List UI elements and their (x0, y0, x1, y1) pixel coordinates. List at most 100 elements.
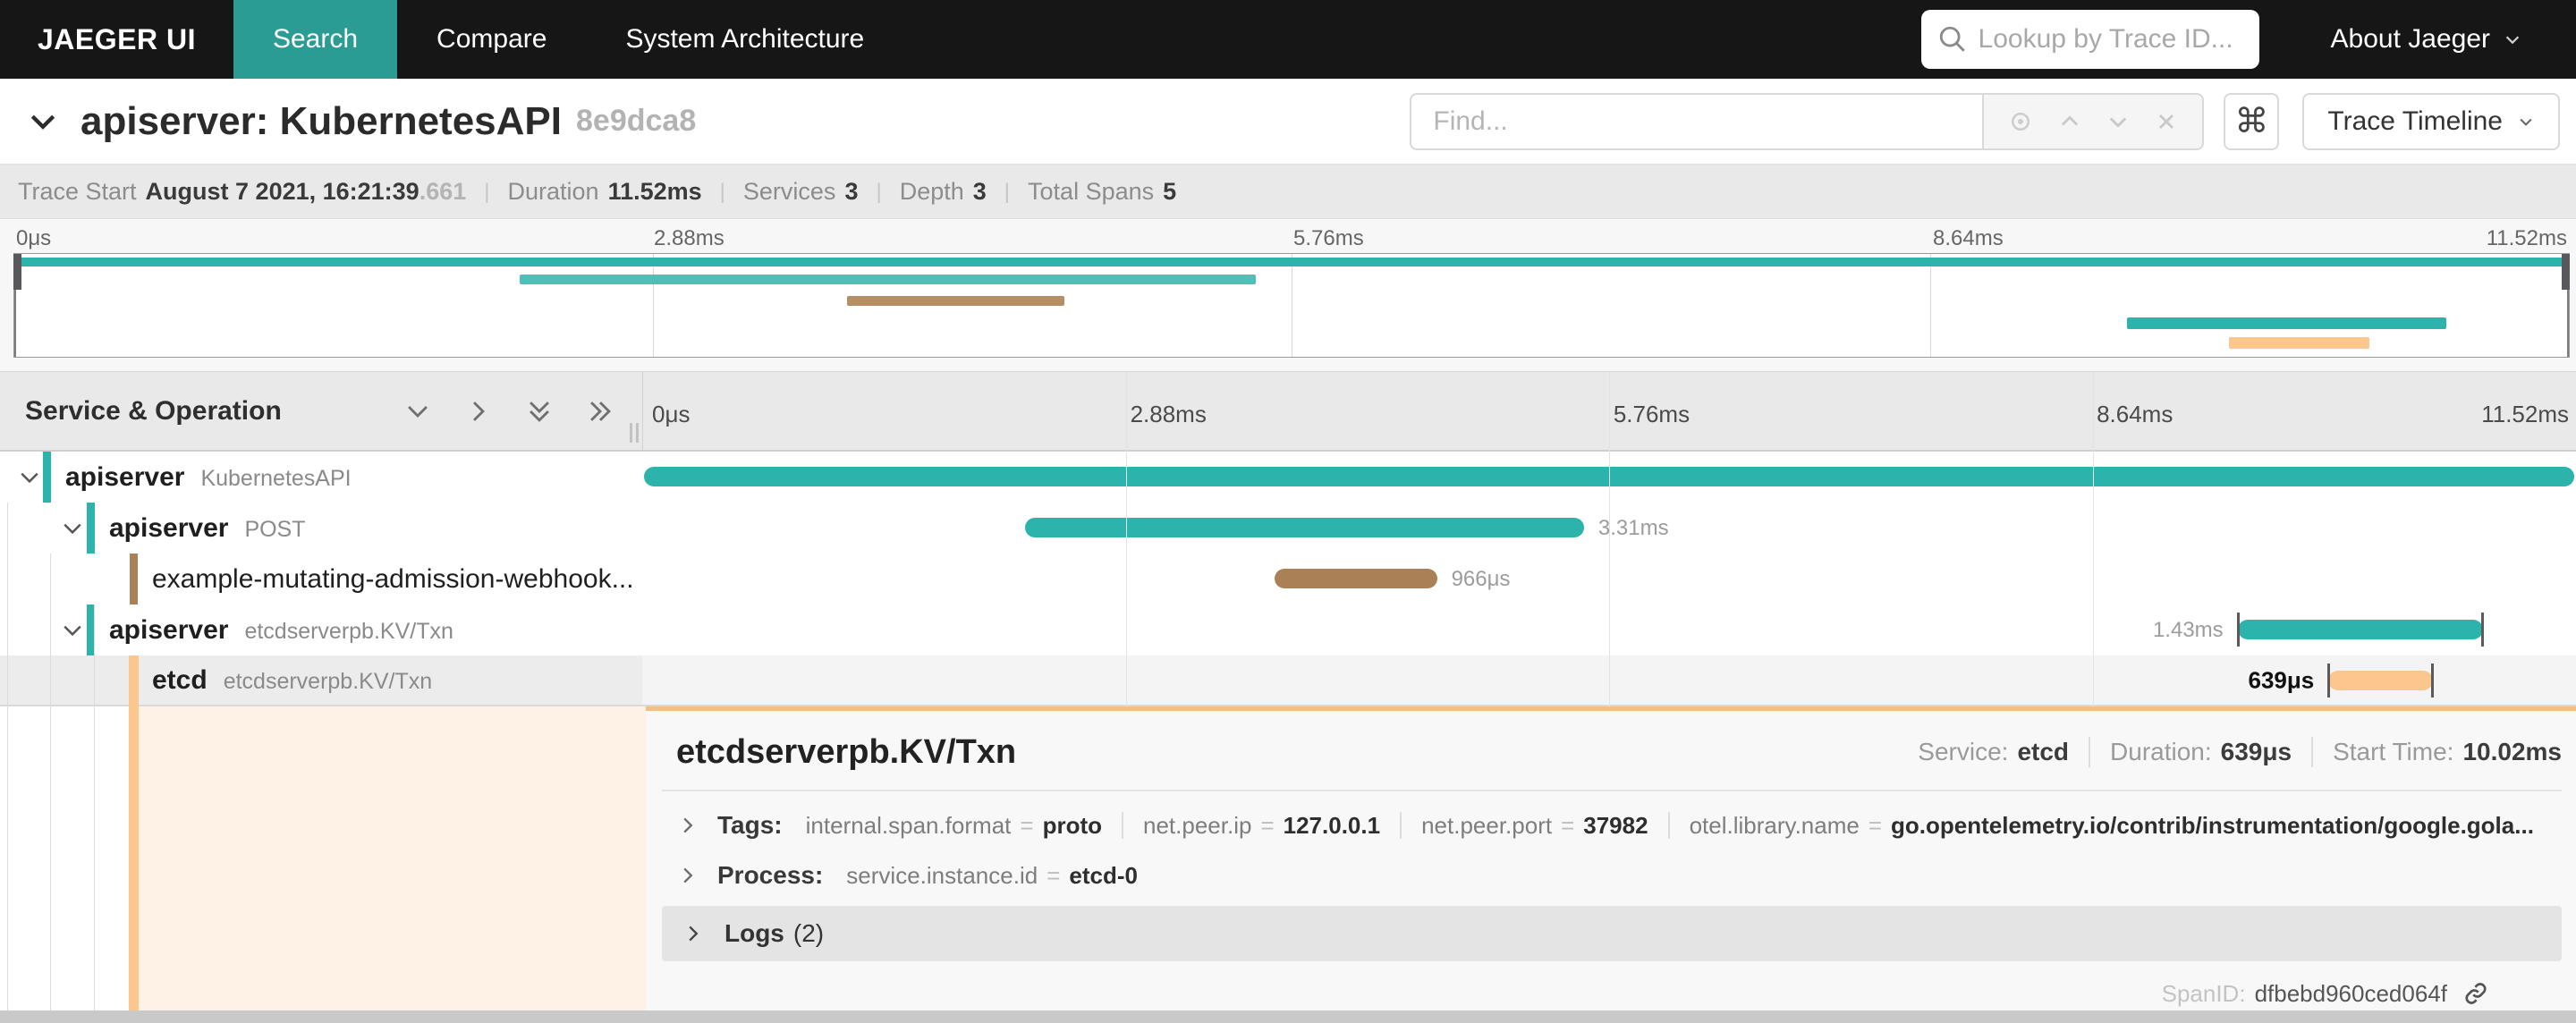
meta-value: 3 (972, 178, 987, 205)
nav-item-system-architecture[interactable]: System Architecture (586, 0, 903, 79)
find-input[interactable] (1433, 106, 1962, 137)
span-detail-row: etcdserverpb.KV/Txn Service: etcd Durati… (0, 706, 2576, 1010)
span-row-apiserver-kubernetesapi: apiserver KubernetesAPI (0, 452, 2576, 503)
tags-title[interactable]: Tags: (717, 811, 783, 840)
deep-link-icon[interactable] (2462, 979, 2490, 1008)
service-name: apiserver etcdserverpb.KV/Txn (109, 615, 453, 646)
tag-item: net.peer.ip = 127.0.0.1 (1143, 812, 1380, 840)
span-bar[interactable] (1274, 569, 1437, 588)
detail-header: etcdserverpb.KV/Txn Service: etcd Durati… (676, 720, 2562, 784)
expand-one-chevron-right-icon[interactable] (463, 396, 494, 427)
app-brand[interactable]: JAEGER UI (0, 0, 233, 79)
span-name-cell[interactable]: apiserver POST (0, 503, 642, 554)
meta-services: Services 3 (743, 178, 859, 206)
about-jaeger-menu[interactable]: About Jaeger (2331, 0, 2522, 79)
span-rows: apiserver KubernetesAPI apiserver POST 3.3… (0, 452, 2576, 706)
meta-total-spans: Total Spans 5 (1028, 178, 1176, 206)
equals-sign: = (1020, 811, 1034, 839)
meta-separator: | (719, 179, 725, 204)
minimap-right-scrubber-handle[interactable] (2562, 254, 2570, 290)
column-resize-grip[interactable] (630, 423, 639, 443)
next-result-chevron-down-icon[interactable] (2106, 109, 2131, 134)
clear-find-x-icon[interactable] (2154, 109, 2179, 134)
span-name-cell[interactable]: etcd etcdserverpb.KV/Txn (0, 655, 642, 705)
collapse-trace-chevron-icon[interactable] (25, 104, 61, 140)
timeline-axis: 0μs 2.88ms 5.76ms 8.64ms 11.52ms (642, 372, 2576, 450)
meta-duration: Duration 11.52ms (508, 178, 702, 206)
minimap-span-bar (2229, 337, 2370, 349)
process-expand-chevron-right-icon[interactable] (676, 864, 699, 887)
span-timeline-cell[interactable]: 966μs (642, 554, 2576, 604)
meta-suffix: .661 (419, 178, 467, 205)
chevron-down-icon[interactable] (16, 464, 43, 491)
span-name-cell[interactable]: apiserver etcdserverpb.KV/Txn (0, 604, 642, 655)
logs-accordion[interactable]: Logs (2) (662, 906, 2562, 961)
trace-view-selector[interactable]: Trace Timeline (2302, 92, 2560, 150)
find-icon-group (1982, 92, 2205, 150)
meta-separator: | (876, 179, 882, 204)
process-value: etcd-0 (1069, 861, 1138, 889)
detail-span-title: etcdserverpb.KV/Txn (676, 732, 1017, 771)
span-bar[interactable] (1025, 518, 1584, 537)
axis-tick: 2.88ms (1130, 401, 1207, 427)
equals-sign: = (1260, 811, 1275, 839)
tag-value: 127.0.0.1 (1283, 811, 1381, 839)
span-bar[interactable] (2236, 613, 2484, 647)
tag-key: net.peer.ip (1143, 811, 1252, 839)
service-label: apiserver (65, 461, 185, 492)
meta-value: August 7 2021, 16:21:39 (145, 178, 419, 205)
meta-value: 5 (1163, 178, 1177, 205)
logs-count: (2) (792, 919, 825, 947)
nav-item-search[interactable]: Search (233, 0, 398, 79)
logs-expand-chevron-right-icon (682, 922, 705, 945)
minimap-tick: 8.64ms (1933, 226, 2004, 250)
bottom-strip (0, 1010, 2576, 1023)
tag-key: internal.span.format (805, 811, 1012, 839)
detail-left-gutter (0, 706, 139, 1010)
span-bar[interactable] (2327, 664, 2434, 698)
trace-view-label: Trace Timeline (2327, 106, 2503, 136)
expand-all-double-chevron-right-icon[interactable] (585, 396, 615, 427)
minimap-left-scrubber-handle[interactable] (13, 254, 21, 290)
service-name: etcd etcdserverpb.KV/Txn (152, 665, 432, 696)
detail-duration-value: 639μs (2220, 738, 2292, 765)
span-name-cell[interactable]: example-mutating-admission-webhook... (0, 554, 642, 604)
meta-value: 3 (844, 178, 859, 205)
spanid-line: SpanID: dfbebd960ced064f (2162, 979, 2490, 1008)
detail-start-label: Start Time: (2333, 738, 2454, 765)
operation-label: etcdserverpb.KV/Txn (223, 668, 433, 694)
span-timeline-cell[interactable] (642, 452, 2576, 503)
span-name-cell[interactable]: apiserver KubernetesAPI (0, 452, 642, 503)
span-timeline-cell[interactable]: 3.31ms (642, 503, 2576, 554)
collapse-controls (402, 372, 615, 450)
span-timeline-cell[interactable]: 639μs (642, 655, 2576, 705)
trace-title: apiserver: KubernetesAPI (80, 98, 562, 143)
nav-item-compare[interactable]: Compare (397, 0, 586, 79)
detail-start-value: 10.02ms (2462, 738, 2562, 765)
minimap-canvas[interactable] (13, 253, 2570, 358)
axis-tick: 8.64ms (2097, 401, 2174, 427)
collapse-one-chevron-down-icon[interactable] (402, 396, 433, 427)
chevron-down-icon[interactable] (59, 515, 86, 542)
span-row-apiserver-etcd-txn: apiserver etcdserverpb.KV/Txn 1.43ms (0, 604, 2576, 655)
tags-expand-chevron-right-icon[interactable] (676, 814, 699, 837)
operation-label: KubernetesAPI (200, 465, 352, 491)
span-duration-label: 3.31ms (1597, 515, 1669, 540)
tag-separator (1122, 812, 1124, 839)
trace-id: 8e9dca8 (576, 104, 697, 138)
span-row-etcd-txn-selected: etcd etcdserverpb.KV/Txn 639μs (0, 655, 2576, 706)
minimap-tick: 2.88ms (654, 226, 724, 250)
collapse-all-double-chevron-down-icon[interactable] (524, 396, 555, 427)
find-field[interactable] (1410, 92, 1983, 150)
span-bar[interactable] (644, 467, 2574, 486)
span-timeline-cell[interactable]: 1.43ms (642, 604, 2576, 655)
trace-id-lookup[interactable] (1920, 10, 2259, 69)
focus-target-icon[interactable] (2007, 108, 2034, 135)
process-title[interactable]: Process: (717, 861, 823, 890)
chevron-down-icon[interactable] (59, 617, 86, 644)
keyboard-shortcuts-button[interactable]: ⌘ (2224, 92, 2280, 150)
trace-id-lookup-input[interactable] (1978, 24, 2247, 55)
prev-result-chevron-up-icon[interactable] (2057, 109, 2082, 134)
service-color-bar (130, 655, 138, 705)
tag-separator (1667, 812, 1670, 839)
